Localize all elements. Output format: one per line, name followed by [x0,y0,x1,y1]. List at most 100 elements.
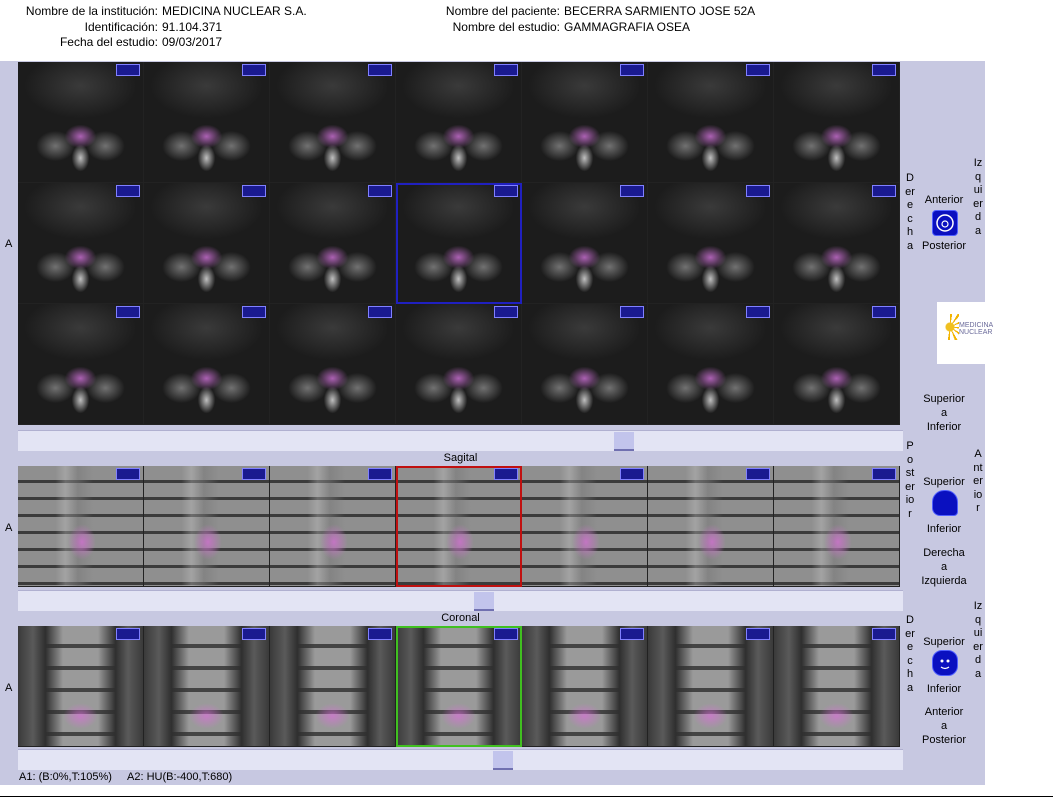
slice-locator-icon [494,185,518,197]
coronal-slice[interactable] [270,626,396,747]
sagittal-scroll-thumb[interactable] [474,592,494,611]
study-info-left: Nombre de la institución: MEDICINA NUCLEA… [4,4,307,51]
axial-slice[interactable] [144,183,270,304]
axial-slice[interactable] [648,183,774,304]
coronal-slice[interactable] [18,626,144,747]
slice-locator-icon [368,306,392,318]
sagittal-title: Sagital [443,452,478,464]
axial-slice[interactable] [18,183,144,304]
slice-locator-icon [242,185,266,197]
sagittal-side-label: A [5,522,13,534]
patient-value: BECERRA SARMIENTO JOSE 52A [564,4,756,18]
date-value: 09/03/2017 [162,35,223,49]
institution-label: Nombre de la institución: [25,4,158,18]
slice-locator-icon [116,628,140,640]
slice-locator-icon [494,64,518,76]
slice-locator-icon [242,306,266,318]
coronal-slice[interactable] [648,626,774,747]
slice-locator-icon [872,306,896,318]
axial-slice[interactable] [396,62,522,183]
medicina-nuclear-logo: MEDICINA NUCLEAR [937,302,993,364]
coronal-slice[interactable] [522,626,648,747]
sagittal-bottom-label: Inferior [926,523,962,535]
axial-slice[interactable] [648,304,774,425]
axial-side-label: A [5,238,13,250]
axial-scrollbar[interactable] [18,430,903,451]
sagittal-slice[interactable] [396,466,522,587]
axial-slice[interactable] [522,183,648,304]
date-label: Fecha del estudio: [59,35,158,49]
axial-slice[interactable] [18,304,144,425]
coronal-slice[interactable] [144,626,270,747]
slice-locator-icon [746,185,770,197]
sagittal-slice[interactable] [270,466,396,587]
a2-window: A2: HU(B:-400,T:680) [127,771,233,783]
slice-locator-icon [116,306,140,318]
axial-grid[interactable] [18,62,903,428]
axial-slice[interactable] [270,183,396,304]
slice-locator-icon [620,64,644,76]
sunburst-icon [941,314,959,340]
slice-locator-icon [116,185,140,197]
axial-slice[interactable] [144,62,270,183]
slice-locator-icon [368,185,392,197]
slice-locator-icon [620,468,644,480]
axial-slice[interactable] [774,62,900,183]
axial-bottom-label: Posterior [921,240,967,252]
study-value: GAMMAGRAFIA OSEA [564,19,691,34]
coronal-slice[interactable] [774,626,900,747]
slice-locator-icon [116,64,140,76]
slice-locator-icon [494,306,518,318]
axial-slice[interactable] [144,304,270,425]
coronal-slice[interactable] [396,626,522,747]
axial-direction-label: Superior a Inferior [923,393,965,433]
slice-locator-icon [242,468,266,480]
coronal-head-icon [932,650,958,676]
a1-window: A1: (B:0%,T:105%) [19,771,112,783]
slice-locator-icon [872,185,896,197]
axial-head-icon [932,210,958,236]
coronal-grid[interactable] [18,626,903,747]
sagittal-slice[interactable] [648,466,774,587]
axial-slice[interactable] [18,62,144,183]
slice-locator-icon [746,306,770,318]
coronal-scrollbar[interactable] [18,749,903,770]
slice-locator-icon [368,628,392,640]
slice-locator-icon [872,628,896,640]
sagittal-slice[interactable] [144,466,270,587]
sagittal-top-label: Superior [923,476,965,488]
window-level-info: A1: (B:0%,T:105%) A2: HU(B:-400,T:680) [19,771,232,783]
slice-locator-icon [116,468,140,480]
coronal-side-label: A [5,682,13,694]
sagittal-slice[interactable] [774,466,900,587]
sagittal-slice[interactable] [18,466,144,587]
axial-slice[interactable] [648,62,774,183]
axial-slice[interactable] [270,62,396,183]
institution-value: MEDICINA NUCLEAR S.A. [162,4,307,18]
study-info-right: Nombre del paciente: BECERRA SARMIENTO JO… [430,4,755,35]
patient-label: Nombre del paciente: [445,4,560,18]
slice-locator-icon [242,64,266,76]
slice-locator-icon [494,468,518,480]
slice-locator-icon [494,628,518,640]
slice-locator-icon [620,306,644,318]
slice-locator-icon [368,468,392,480]
id-value: 91.104.371 [162,19,223,34]
axial-slice[interactable] [774,183,900,304]
bottom-divider [0,796,1053,797]
axial-slice[interactable] [522,304,648,425]
slice-locator-icon [746,628,770,640]
study-label: Nombre del estudio: [452,19,560,34]
axial-slice[interactable] [396,304,522,425]
sagittal-grid[interactable] [18,466,903,587]
axial-slice[interactable] [396,183,522,304]
sagittal-scrollbar[interactable] [18,590,903,611]
sagittal-slice[interactable] [522,466,648,587]
slice-locator-icon [872,468,896,480]
axial-scroll-thumb[interactable] [614,432,634,451]
coronal-scroll-thumb[interactable] [493,751,513,770]
axial-slice[interactable] [774,304,900,425]
axial-slice[interactable] [270,304,396,425]
axial-slice[interactable] [522,62,648,183]
slice-locator-icon [872,64,896,76]
